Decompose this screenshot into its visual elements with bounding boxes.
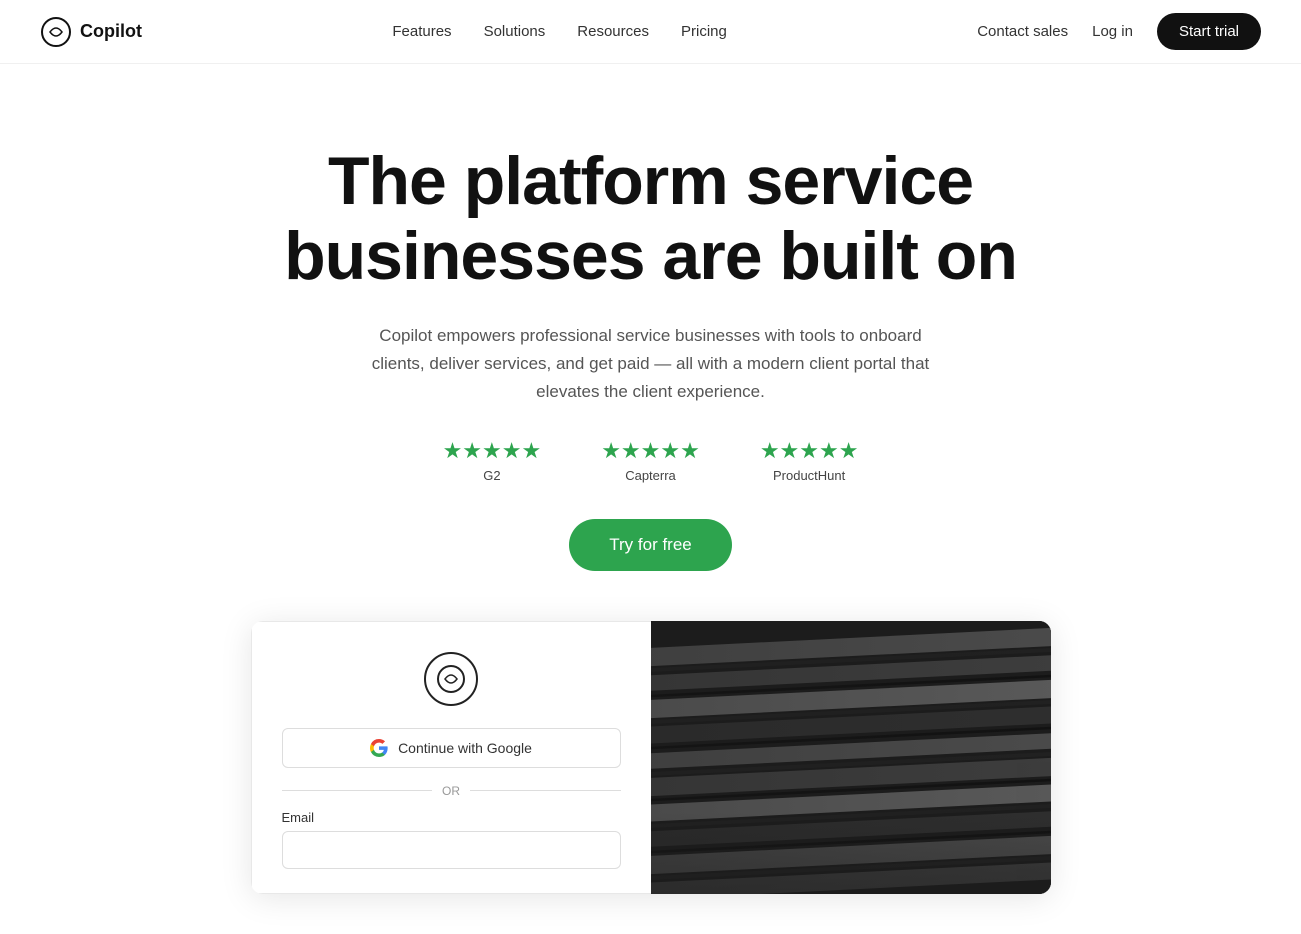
contact-sales-link[interactable]: Contact sales <box>977 23 1068 40</box>
hero-heading: The platform service businesses are buil… <box>221 144 1081 294</box>
nav-resources[interactable]: Resources <box>577 23 649 40</box>
login-link[interactable]: Log in <box>1092 23 1133 40</box>
producthunt-label: ProductHunt <box>773 468 845 483</box>
logo[interactable]: Copilot <box>40 16 142 48</box>
g2-stars: ★★★★★ <box>443 438 542 464</box>
email-input[interactable] <box>282 831 621 869</box>
divider-line-right <box>470 790 621 791</box>
nav-links: Features Solutions Resources Pricing <box>392 23 726 40</box>
divider-label: OR <box>442 784 460 798</box>
pencils-svg <box>651 621 1051 894</box>
preview-section: Continue with Google OR Email <box>251 621 1051 894</box>
continue-with-google-button[interactable]: Continue with Google <box>282 728 621 768</box>
nav-pricing[interactable]: Pricing <box>681 23 727 40</box>
start-trial-button[interactable]: Start trial <box>1157 13 1261 50</box>
signup-logo <box>424 652 478 706</box>
email-label: Email <box>282 810 315 825</box>
divider-line-left <box>282 790 433 791</box>
rating-capterra: ★★★★★ Capterra <box>601 438 700 483</box>
navbar: Copilot Features Solutions Resources Pri… <box>0 0 1301 64</box>
signup-panel: Continue with Google OR Email <box>251 621 651 894</box>
ratings-row: ★★★★★ G2 ★★★★★ Capterra ★★★★★ ProductHun… <box>221 438 1081 483</box>
nav-right: Contact sales Log in Start trial <box>977 13 1261 50</box>
capterra-label: Capterra <box>625 468 676 483</box>
pencils-image <box>651 621 1051 894</box>
logo-text: Copilot <box>80 21 142 42</box>
logo-icon <box>40 16 72 48</box>
nav-solutions[interactable]: Solutions <box>484 23 546 40</box>
try-for-free-button[interactable]: Try for free <box>569 519 732 571</box>
pencils-bg <box>651 621 1051 894</box>
producthunt-stars: ★★★★★ <box>760 438 859 464</box>
hero-section: The platform service businesses are buil… <box>201 64 1101 934</box>
rating-g2: ★★★★★ G2 <box>443 438 542 483</box>
capterra-stars: ★★★★★ <box>601 438 700 464</box>
rating-producthunt: ★★★★★ ProductHunt <box>760 438 859 483</box>
divider-row: OR <box>282 784 621 798</box>
g2-label: G2 <box>483 468 500 483</box>
google-button-label: Continue with Google <box>398 740 532 756</box>
nav-features[interactable]: Features <box>392 23 451 40</box>
google-icon <box>370 739 388 757</box>
hero-description: Copilot empowers professional service bu… <box>351 322 951 406</box>
